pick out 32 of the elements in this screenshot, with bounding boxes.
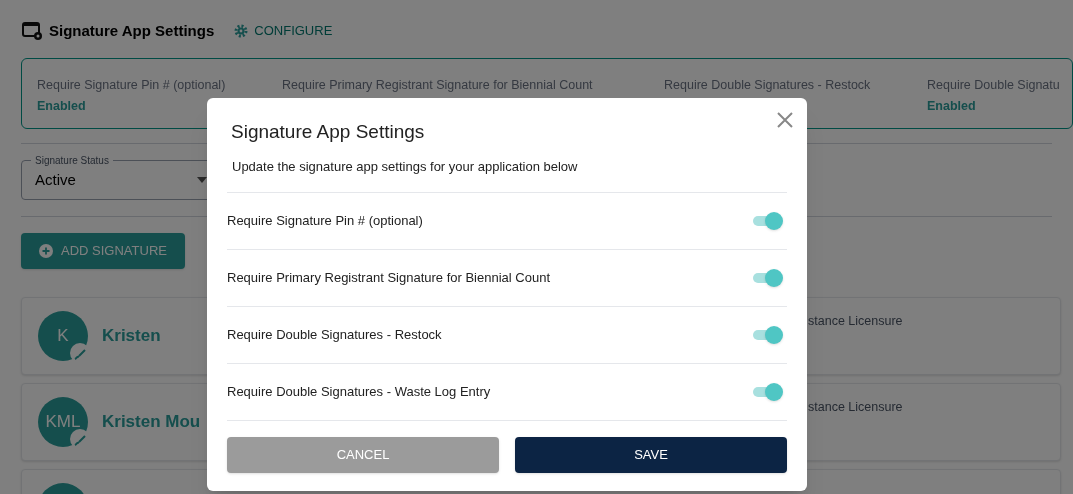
avatar: KML	[38, 397, 88, 447]
page-title: Signature App Settings	[49, 20, 215, 41]
gear-icon	[234, 24, 249, 38]
dropdown-caret-icon	[197, 177, 207, 183]
signature-detail: stance Licensure	[808, 313, 903, 330]
dialog-subtitle: Update the signature app settings for your application below	[231, 157, 579, 176]
toggle-switch[interactable]	[753, 326, 783, 344]
toggle-switch[interactable]	[753, 269, 783, 287]
save-button[interactable]: SAVE	[515, 437, 787, 473]
setting-label: Require Double Signatures - Restock	[664, 77, 872, 94]
configure-button[interactable]: CONFIGURE	[234, 21, 333, 41]
dialog-title: Signature App Settings	[230, 120, 426, 144]
plus-circle-icon	[39, 244, 54, 258]
setting-value: Enabled	[927, 97, 976, 115]
close-icon[interactable]	[776, 111, 794, 129]
setting-label: Require Double Signatu	[927, 77, 1061, 94]
setting-label: Require Primary Registrant Signature for Biennial Count	[227, 269, 550, 288]
setting-value: Enabled	[37, 97, 86, 115]
setting-label: Require Double Signatures - Waste Log Entry	[227, 383, 491, 402]
setting-label: Require Double Signatures - Restock	[227, 326, 442, 345]
add-signature-button[interactable]: ADD SIGNATURE	[21, 233, 185, 269]
setting-label: Require Primary Registrant Signature for Biennial Count	[282, 77, 594, 94]
window-gear-icon	[21, 21, 43, 41]
toggle-switch[interactable]	[753, 212, 783, 230]
cancel-button[interactable]: CANCEL	[227, 437, 499, 473]
setting-label: Require Signature Pin # (optional)	[227, 212, 423, 231]
setting-label: Require Signature Pin # (optional)	[37, 77, 227, 94]
toggle-switch[interactable]	[753, 383, 783, 401]
signature-detail: stance Licensure	[808, 399, 903, 416]
avatar: K	[38, 311, 88, 361]
signature-name: Kristen Mou	[102, 411, 201, 434]
signature-name: Kristen	[102, 325, 161, 348]
